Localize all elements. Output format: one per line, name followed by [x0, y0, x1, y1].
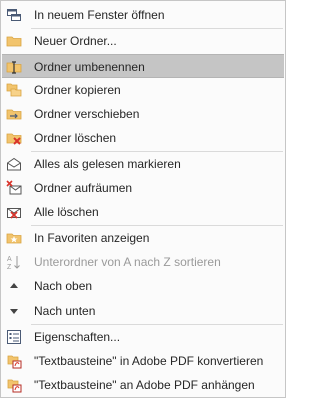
menu-item-open-new-window[interactable]: In neuem Fenster öffnen [2, 3, 284, 27]
menu-item-new-folder[interactable]: Neuer Ordner... [2, 29, 284, 53]
pdf-convert-icon [5, 352, 23, 370]
folder-context-menu: In neuem Fenster öffnen Neuer Ordner... … [0, 0, 286, 398]
menu-item-copy-folder[interactable]: Ordner kopieren [2, 78, 284, 102]
menu-item-label: Neuer Ordner... [34, 34, 117, 48]
menu-item-pdf-append[interactable]: "Textbausteine" an Adobe PDF anhängen [2, 373, 284, 397]
menu-item-show-in-favorites[interactable]: In Favoriten anzeigen [2, 226, 284, 250]
menu-item-label: Alles als gelesen markieren [34, 157, 181, 171]
menu-item-label: Nach oben [34, 279, 93, 293]
menu-item-label: Ordner umbenennen [34, 60, 145, 74]
svg-text:A: A [7, 256, 12, 263]
folder-icon [5, 32, 23, 50]
menu-item-mark-all-read[interactable]: Alles als gelesen markieren [2, 152, 284, 176]
menu-item-pdf-convert[interactable]: "Textbausteine" in Adobe PDF konvertiere… [2, 349, 284, 373]
menu-item-delete-folder[interactable]: Ordner löschen [2, 126, 284, 150]
arrow-up-icon [5, 277, 23, 295]
menu-item-label: Nach unten [34, 304, 96, 318]
favorites-folder-icon [5, 229, 23, 247]
menu-item-label: "Textbausteine" an Adobe PDF anhängen [34, 378, 255, 392]
menu-item-label: Ordner kopieren [34, 83, 121, 97]
new-window-icon [5, 6, 23, 24]
properties-icon [5, 328, 23, 346]
folder-rename-icon [5, 58, 23, 76]
arrow-down-icon [5, 302, 23, 320]
menu-item-label: Ordner verschieben [34, 107, 140, 121]
menu-item-sort-subfolders: AZ Unterordner von A nach Z sortieren [2, 250, 284, 274]
folder-copy-icon [5, 81, 23, 99]
menu-item-properties[interactable]: Eigenschaften... [2, 325, 284, 349]
delete-all-icon [5, 203, 23, 221]
menu-item-label: Ordner löschen [34, 131, 117, 145]
menu-item-label: Alle löschen [34, 205, 99, 219]
menu-item-delete-all[interactable]: Alle löschen [2, 200, 284, 224]
menu-item-label: Ordner aufräumen [34, 181, 133, 195]
folder-delete-icon [5, 129, 23, 147]
menu-item-move-up[interactable]: Nach oben [2, 274, 284, 298]
menu-item-move-folder[interactable]: Ordner verschieben [2, 102, 284, 126]
menu-item-cleanup-folder[interactable]: Ordner aufräumen [2, 176, 284, 200]
pdf-append-icon [5, 376, 23, 394]
menu-item-label: In neuem Fenster öffnen [34, 8, 165, 22]
menu-item-label: Eigenschaften... [34, 330, 121, 344]
menu-item-label: In Favoriten anzeigen [34, 231, 150, 245]
mark-read-icon [5, 155, 23, 173]
svg-text:Z: Z [7, 264, 12, 270]
menu-item-label: Unterordner von A nach Z sortieren [34, 255, 221, 269]
menu-item-move-down[interactable]: Nach unten [2, 299, 284, 323]
sort-az-icon: AZ [5, 253, 23, 271]
cleanup-folder-icon [5, 179, 23, 197]
folder-move-icon [5, 105, 23, 123]
menu-item-rename-folder[interactable]: Ordner umbenennen [2, 54, 284, 78]
menu-item-label: "Textbausteine" in Adobe PDF konvertiere… [34, 354, 264, 368]
